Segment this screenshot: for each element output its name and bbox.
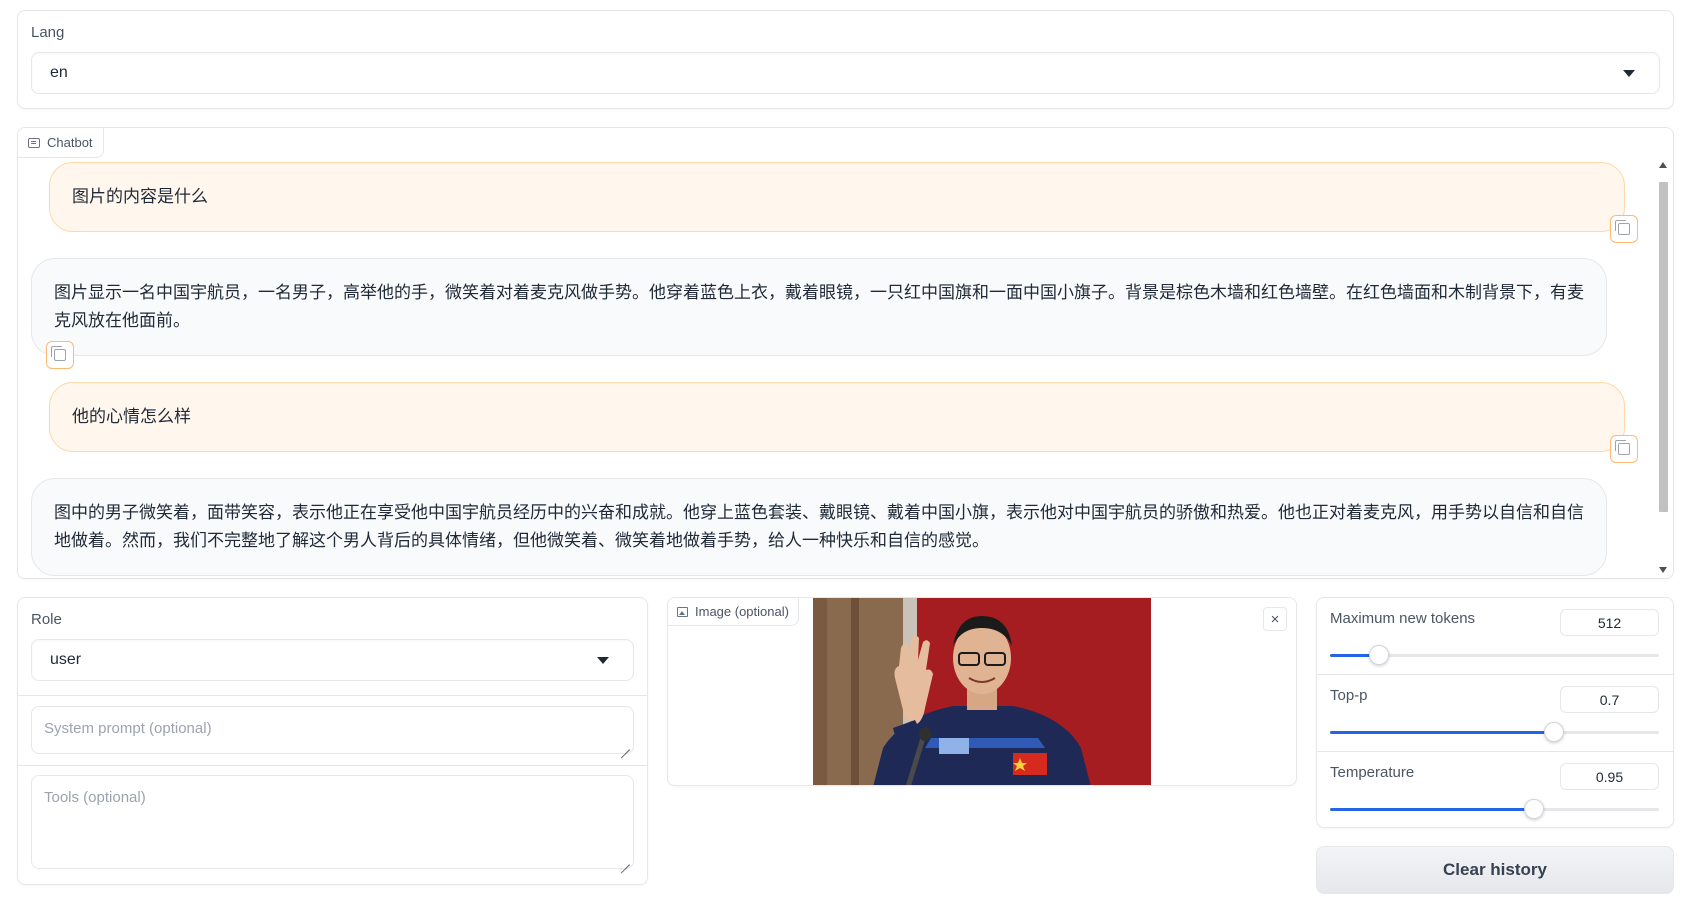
- slider-label: Temperature: [1330, 764, 1415, 781]
- lang-panel: Lang en: [17, 10, 1674, 109]
- slider-track[interactable]: [1330, 722, 1659, 742]
- scroll-up-icon[interactable]: [1659, 162, 1667, 168]
- lang-dropdown[interactable]: en: [31, 52, 1660, 94]
- scroll-thumb[interactable]: [1659, 182, 1668, 512]
- resize-grip-icon[interactable]: [621, 741, 630, 750]
- clear-history-button[interactable]: Clear history: [1316, 846, 1674, 894]
- user-message: 他的心情怎么样: [49, 382, 1625, 452]
- lang-selected-value: en: [50, 64, 68, 81]
- image-panel: Image (optional) ×: [667, 597, 1297, 786]
- image-tag: Image (optional): [668, 598, 799, 626]
- close-icon: ×: [1270, 610, 1280, 628]
- slider-thumb[interactable]: [1543, 722, 1564, 742]
- system-prompt-placeholder: System prompt (optional): [44, 720, 212, 737]
- slider-max-new-tokens: Maximum new tokens 512: [1317, 598, 1673, 675]
- assistant-message: 图片显示一名中国宇航员，一名男子，高举他的手，微笑着对着麦克风做手势。他穿着蓝色…: [31, 258, 1607, 356]
- astronaut-photo: [813, 598, 1151, 785]
- slider-fill: [1330, 808, 1534, 811]
- slider-label: Top-p: [1330, 687, 1368, 704]
- image-label: Image (optional): [695, 604, 789, 619]
- message-text: 图片显示一名中国宇航员，一名男子，高举他的手，微笑着对着麦克风做手势。他穿着蓝色…: [54, 283, 1584, 331]
- image-icon: [677, 606, 688, 617]
- slider-top-p: Top-p 0.7: [1317, 675, 1673, 752]
- role-label: Role: [31, 611, 62, 628]
- slider-thumb[interactable]: [1369, 645, 1390, 665]
- role-section: Role user: [18, 598, 647, 696]
- clear-history-label: Clear history: [1443, 860, 1547, 879]
- chatbot-tag: Chatbot: [18, 128, 104, 158]
- message-text: 图片的内容是什么: [72, 187, 208, 207]
- remove-image-button[interactable]: ×: [1263, 607, 1287, 631]
- input-panel: Role user System prompt (optional) Tools…: [17, 597, 648, 885]
- slider-track[interactable]: [1330, 799, 1659, 819]
- slider-fill: [1330, 731, 1554, 734]
- generation-settings-panel: Maximum new tokens 512 Top-p 0.7 Tempera…: [1316, 597, 1674, 828]
- chatbot-panel: Chatbot 图片的内容是什么 图片显示一名中国宇航员，一名男子，高举他的手，…: [17, 127, 1674, 579]
- chat-icon: [28, 137, 40, 148]
- copy-button[interactable]: [1610, 435, 1638, 463]
- number-input[interactable]: 0.95: [1560, 763, 1659, 790]
- role-dropdown[interactable]: user: [31, 639, 634, 681]
- scroll-down-icon[interactable]: [1659, 567, 1667, 573]
- copy-icon: [51, 346, 66, 361]
- system-prompt-input[interactable]: System prompt (optional): [31, 706, 634, 754]
- chevron-down-icon: [1623, 70, 1635, 77]
- chat-scrollbar[interactable]: [1656, 160, 1670, 575]
- chatbot-label: Chatbot: [47, 135, 93, 150]
- slider-temperature: Temperature 0.95: [1317, 752, 1673, 827]
- number-input[interactable]: 512: [1560, 609, 1659, 636]
- tools-input[interactable]: Tools (optional): [31, 775, 634, 869]
- message-text: 图中的男子微笑着，面带笑容，表示他正在享受他中国宇航员经历中的兴奋和成就。他穿上…: [54, 503, 1584, 551]
- copy-button[interactable]: [1610, 215, 1638, 243]
- resize-grip-icon[interactable]: [621, 856, 630, 865]
- tools-placeholder: Tools (optional): [44, 789, 146, 806]
- slider-thumb[interactable]: [1523, 799, 1544, 819]
- system-prompt-section: System prompt (optional): [18, 696, 647, 766]
- slider-track[interactable]: [1330, 645, 1659, 665]
- chevron-down-icon: [597, 657, 609, 664]
- message-text: 他的心情怎么样: [72, 407, 191, 427]
- user-message: 图片的内容是什么: [49, 162, 1625, 232]
- tools-section: Tools (optional): [18, 766, 647, 884]
- assistant-message: 图中的男子微笑着，面带笑容，表示他正在享受他中国宇航员经历中的兴奋和成就。他穿上…: [31, 478, 1607, 576]
- copy-icon: [1615, 220, 1630, 235]
- uploaded-image: [813, 598, 1151, 785]
- lang-label: Lang: [31, 24, 65, 41]
- copy-icon: [1615, 440, 1630, 455]
- number-input[interactable]: 0.7: [1560, 686, 1659, 713]
- slider-label: Maximum new tokens: [1330, 610, 1476, 627]
- copy-button[interactable]: [46, 341, 74, 369]
- role-selected-value: user: [50, 651, 82, 668]
